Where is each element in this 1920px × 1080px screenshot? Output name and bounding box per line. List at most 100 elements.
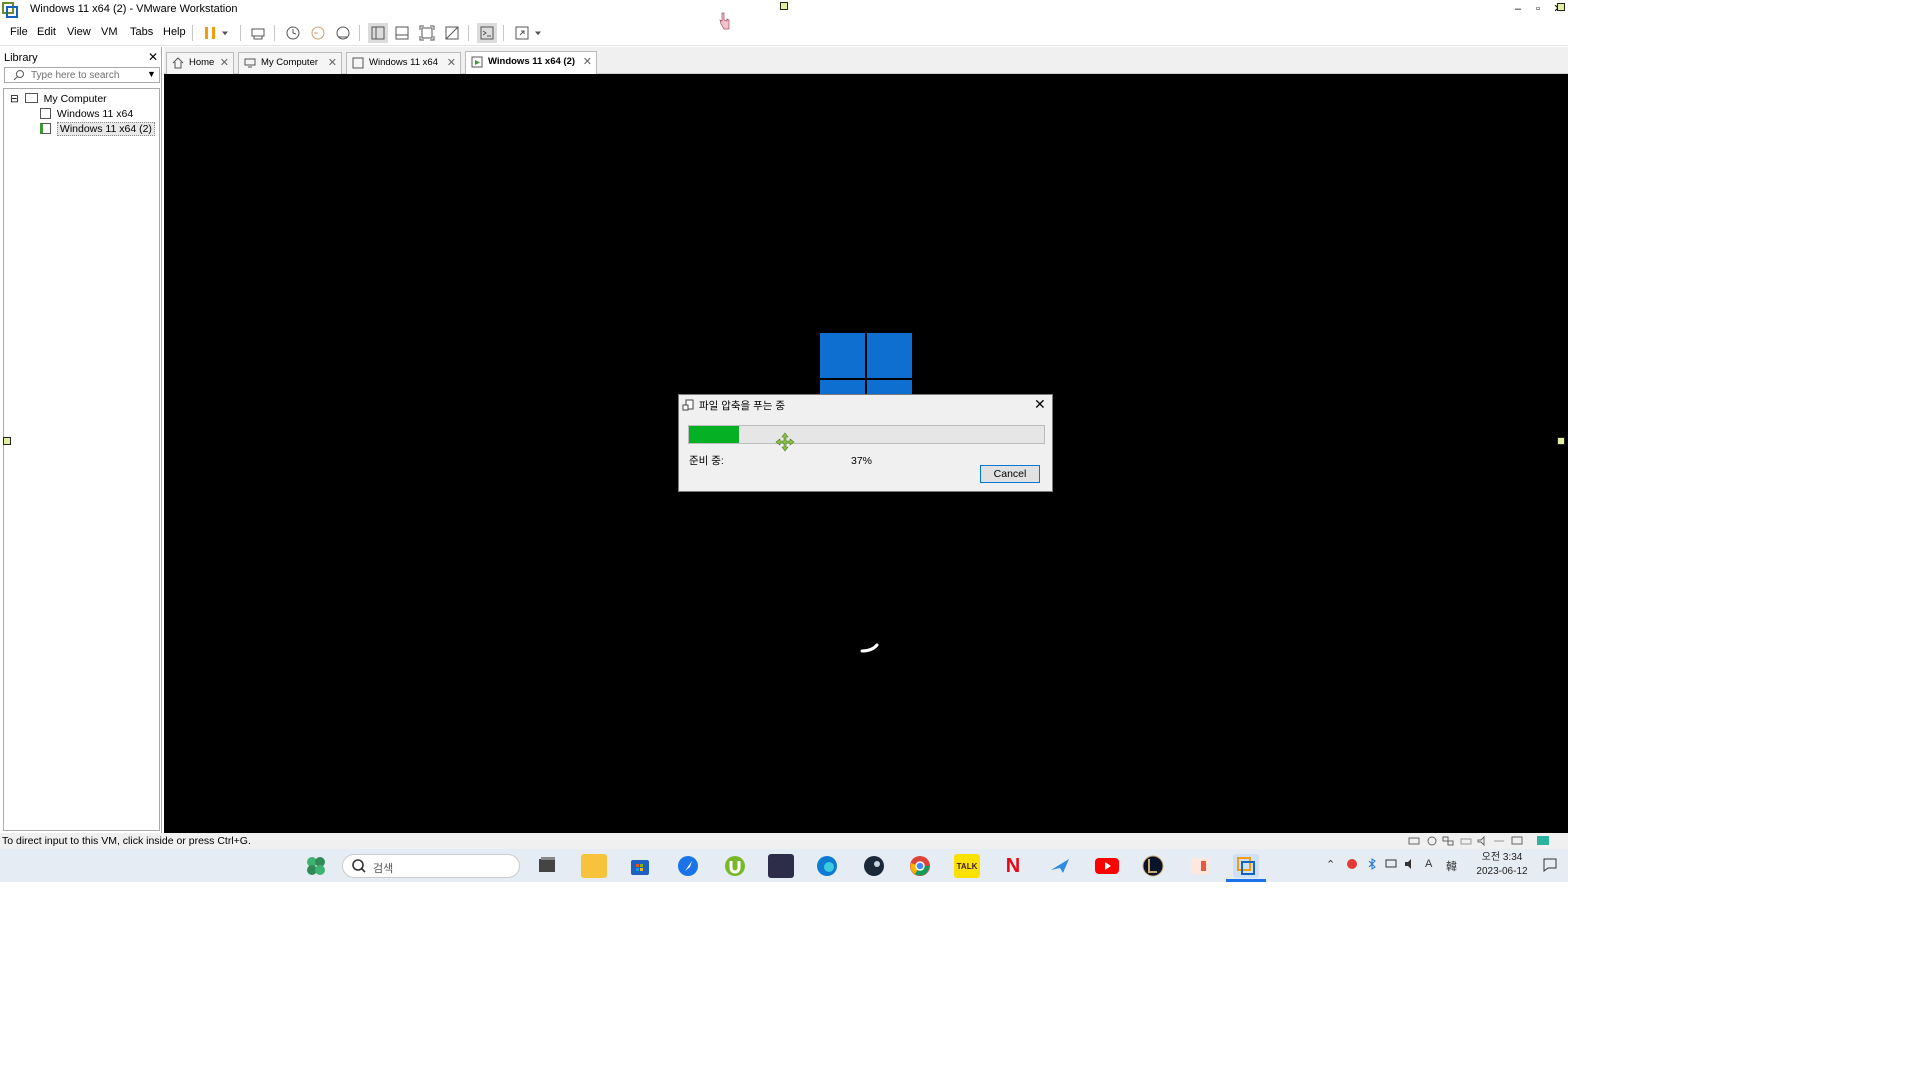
copilot-arrow-icon[interactable]: [675, 854, 701, 878]
toolbar-separator: [468, 25, 469, 41]
loading-spinner-icon: [860, 642, 880, 657]
library-search-input[interactable]: Type here to search ▼: [4, 67, 160, 83]
tree-item-my-computer[interactable]: ⊟ My Computer: [10, 92, 107, 107]
tab-close-icon[interactable]: ✕: [220, 53, 229, 73]
menu-view[interactable]: View: [67, 26, 91, 38]
cancel-button[interactable]: Cancel: [980, 465, 1040, 483]
extract-icon: [682, 399, 694, 411]
clock-date: 2023-06-12: [1476, 866, 1528, 877]
snapshot-icon[interactable]: [283, 23, 303, 43]
app-icon[interactable]: [768, 854, 794, 878]
youtube-icon[interactable]: [1094, 854, 1120, 878]
tab-windows-11-2[interactable]: Windows 11 x64 (2) ✕: [465, 51, 597, 75]
widgets-icon[interactable]: [303, 854, 329, 878]
tree-item-vm[interactable]: Windows 11 x64: [40, 107, 133, 122]
tray-bluetooth-icon[interactable]: [1366, 858, 1378, 873]
steam-icon[interactable]: [861, 854, 887, 878]
console-view-icon[interactable]: [477, 23, 497, 43]
tab-windows-11[interactable]: Windows 11 x64 ✕: [346, 52, 461, 74]
taskbar: 검색 TALK N ⌃ A 韓 오전 3:34 2023-06-12: [0, 849, 1568, 882]
menu-toolbar: File Edit View VM Tabs Help: [0, 20, 1568, 46]
vm-icon: [352, 57, 364, 69]
menu-edit[interactable]: Edit: [37, 26, 56, 38]
tree-label: Windows 11 x64: [56, 108, 134, 120]
toolbar-separator: [240, 25, 241, 41]
usb-icon[interactable]: [1493, 836, 1505, 849]
microsoft-store-icon[interactable]: [627, 854, 653, 878]
notification-icon[interactable]: [1543, 858, 1557, 875]
task-view-icon[interactable]: [534, 854, 560, 878]
volume-icon[interactable]: [1404, 858, 1416, 873]
active-app-indicator: [1226, 879, 1266, 882]
file-explorer-icon[interactable]: [581, 854, 607, 878]
taskbar-search-input[interactable]: 검색: [342, 854, 520, 878]
tab-home[interactable]: Home ✕: [166, 52, 234, 74]
tray-app-red-icon[interactable]: [1346, 858, 1358, 873]
bird-app-icon[interactable]: [1047, 854, 1073, 878]
dialog-close-icon[interactable]: ✕: [1034, 396, 1046, 413]
maximize-button[interactable]: ▫: [1528, 1, 1548, 17]
stretch-dropdown-icon[interactable]: [532, 23, 544, 43]
chrome-icon[interactable]: [907, 854, 933, 878]
search-placeholder: Type here to search: [31, 70, 120, 81]
search-dropdown-icon[interactable]: ▼: [147, 69, 156, 79]
pause-icon[interactable]: [200, 23, 220, 43]
league-of-legends-icon[interactable]: [1140, 854, 1166, 878]
menu-tabs[interactable]: Tabs: [130, 26, 153, 38]
tree-label: Windows 11 x64 (2): [56, 122, 155, 136]
toolbar-separator: [503, 25, 504, 41]
hard-disk-icon[interactable]: [1408, 836, 1420, 849]
menu-vm[interactable]: VM: [101, 26, 118, 38]
dialog-title: 파일 압축을 푸는 중: [699, 400, 786, 412]
toolbar-separator: [359, 25, 360, 41]
netflix-icon[interactable]: N: [1000, 854, 1026, 878]
kakaotalk-icon[interactable]: TALK: [954, 854, 980, 878]
tab-close-icon[interactable]: ✕: [583, 52, 592, 72]
display-icon[interactable]: [1511, 836, 1523, 849]
tab-label: Windows 11 x64 (2): [488, 56, 576, 67]
tab-close-icon[interactable]: ✕: [447, 53, 456, 73]
resize-handle[interactable]: [3, 437, 11, 445]
vm-running-icon: [40, 123, 51, 134]
network-icon[interactable]: [1385, 858, 1397, 873]
resize-handle[interactable]: [1557, 437, 1565, 445]
utorrent-icon[interactable]: [722, 854, 748, 878]
tree-item-vm-selected[interactable]: Windows 11 x64 (2): [40, 122, 155, 137]
revert-snapshot-icon[interactable]: [308, 23, 328, 43]
show-thumbnail-bar-icon[interactable]: [392, 23, 412, 43]
tab-label: My Computer: [261, 57, 319, 68]
taskbar-search-placeholder: 검색: [373, 863, 394, 875]
progress-bar: [688, 425, 1045, 444]
send-ctrl-alt-del-icon[interactable]: [248, 23, 268, 43]
tray-overflow-icon[interactable]: ⌃: [1326, 858, 1335, 871]
snapshot-manager-icon[interactable]: [333, 23, 353, 43]
tab-close-icon[interactable]: ✕: [328, 53, 337, 73]
language-icon[interactable]: 韓: [1446, 858, 1457, 874]
collapse-icon[interactable]: ⊟: [10, 93, 19, 105]
full-screen-icon[interactable]: [417, 23, 437, 43]
ime-mode-icon[interactable]: A: [1425, 858, 1432, 870]
menu-file[interactable]: File: [10, 26, 28, 38]
show-library-icon[interactable]: [368, 23, 388, 43]
cd-dvd-icon[interactable]: [1426, 836, 1438, 849]
pause-dropdown-icon[interactable]: [219, 23, 231, 43]
vmware-icon[interactable]: [1233, 854, 1259, 878]
home-icon: [172, 57, 184, 69]
unity-mode-icon[interactable]: [442, 23, 462, 43]
library-close-icon[interactable]: ✕: [148, 50, 158, 64]
library-panel: Library ✕ Type here to search ▼ ⊟ My Com…: [0, 47, 162, 833]
edge-icon[interactable]: [814, 854, 840, 878]
menu-help[interactable]: Help: [163, 26, 186, 38]
clock[interactable]: 오전 3:34 2023-06-12: [1472, 851, 1532, 879]
resize-handle[interactable]: [780, 2, 788, 10]
stretch-guest-icon[interactable]: [512, 23, 532, 43]
message-log-icon[interactable]: [1536, 835, 1550, 850]
image-app-icon[interactable]: [1187, 854, 1213, 878]
toolbar-separator: [192, 25, 193, 41]
resize-handle[interactable]: [1557, 3, 1565, 11]
network-adapter-icon[interactable]: [1442, 836, 1454, 849]
printer-icon[interactable]: [1460, 836, 1472, 849]
minimize-button[interactable]: –: [1508, 1, 1528, 17]
sound-card-icon[interactable]: [1477, 835, 1489, 849]
tab-my-computer[interactable]: My Computer ✕: [238, 52, 342, 74]
